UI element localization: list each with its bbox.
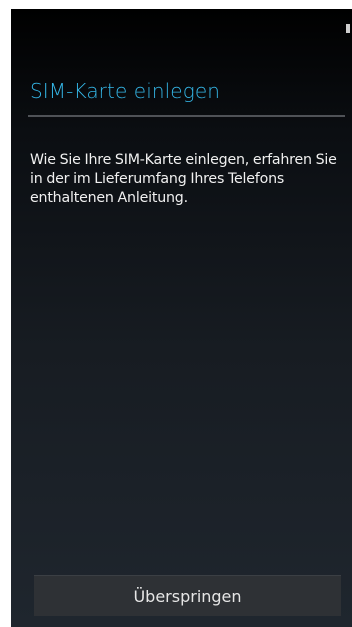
page-title: SIM-Karte einlegen — [30, 79, 220, 103]
title-divider — [28, 115, 345, 117]
instructions-text: Wie Sie Ihre SIM-Karte einlegen, erfahre… — [30, 152, 337, 206]
battery-icon — [346, 24, 350, 33]
status-bar — [11, 9, 352, 33]
setup-screen: SIM-Karte einlegen Wie Sie Ihre SIM-Kart… — [11, 9, 352, 627]
device-frame: SIM-Karte einlegen Wie Sie Ihre SIM-Kart… — [0, 0, 352, 627]
skip-button-label: Überspringen — [133, 586, 242, 606]
skip-button[interactable]: Überspringen — [34, 575, 341, 616]
